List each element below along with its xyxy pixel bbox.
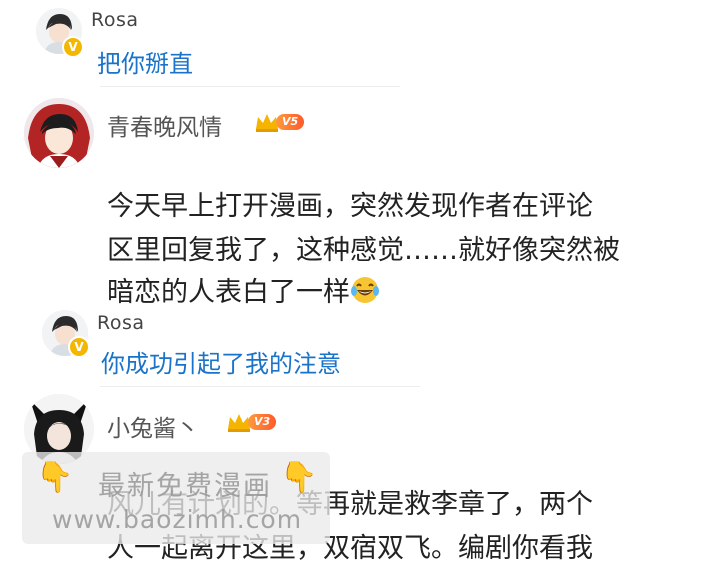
watermark-text: 最新免费漫画 xyxy=(98,471,272,502)
comment-text-line: 区里回复我了，这种感觉……就好像突然被 xyxy=(107,235,620,266)
reply-text: 你成功引起了我的注意 xyxy=(101,350,341,378)
watermark-url: www.baozimh.com xyxy=(52,505,303,534)
reply-text: 把你掰直 xyxy=(97,50,193,78)
laughing-tears-emoji-icon xyxy=(350,275,380,312)
divider xyxy=(100,386,420,387)
pointing-down-hand-icon: 👇 xyxy=(280,460,318,495)
verified-badge-icon: V xyxy=(62,36,84,58)
rank-level: V3 xyxy=(248,414,277,430)
pointing-down-hand-icon: 👇 xyxy=(36,460,74,495)
comment-author-name[interactable]: 小兔酱丶 xyxy=(107,409,199,443)
comment-text-line: 今天早上打开漫画，突然发现作者在评论 xyxy=(107,191,593,222)
watermark: 👇 最新免费漫画 👇 www.baozimh.com xyxy=(22,452,330,544)
rank-level: V5 xyxy=(276,114,305,130)
rank-badge: V5 xyxy=(254,110,305,134)
divider xyxy=(100,86,400,87)
comment-text-segment: 暗恋的人表白了一样 xyxy=(107,277,350,308)
reply-author-name[interactable]: Rosa xyxy=(97,312,145,334)
comment-author-name[interactable]: 青春晚风情 xyxy=(107,108,222,142)
rank-badge: V3 xyxy=(226,410,277,434)
comment-text-line: 暗恋的人表白了一样 xyxy=(107,270,380,312)
reply-author-name[interactable]: Rosa xyxy=(91,9,139,31)
verified-badge-icon: V xyxy=(68,336,90,358)
avatar[interactable] xyxy=(24,98,94,168)
